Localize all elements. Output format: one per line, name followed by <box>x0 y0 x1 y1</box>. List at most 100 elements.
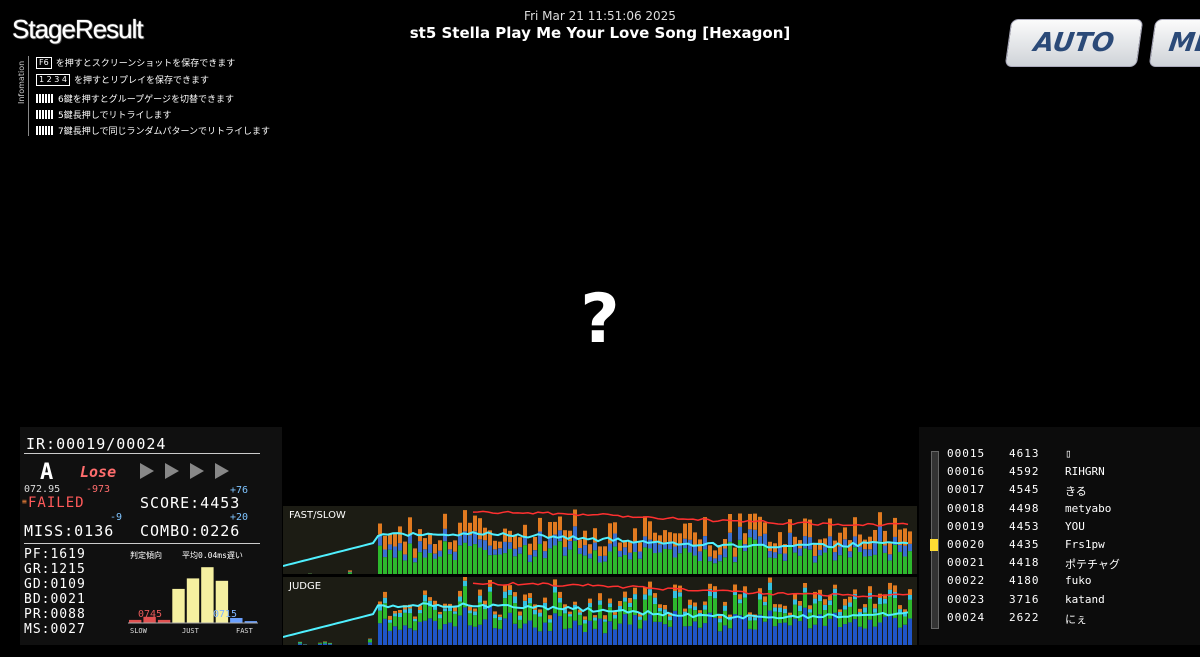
graph-bar <box>678 553 682 574</box>
graph-bar <box>418 621 422 645</box>
graph-bar <box>788 519 792 533</box>
ranking-row[interactable]: 00021 4418 ポテチャグ <box>947 556 1120 572</box>
graph-bar <box>903 616 907 625</box>
graph-bar <box>368 639 372 640</box>
graph-bar <box>643 594 647 600</box>
ranking-row[interactable]: 00024 2622 にぇ <box>947 611 1087 627</box>
graph-bar <box>488 555 492 574</box>
graph-bar <box>733 547 737 557</box>
graph-bar <box>833 552 837 561</box>
graph-bar <box>688 626 692 645</box>
graph-bar <box>463 542 467 574</box>
ranking-row[interactable]: 00019 4453 YOU <box>947 520 1085 533</box>
graph-bar <box>548 522 552 538</box>
graph-bar <box>573 601 577 605</box>
graph-bar <box>883 598 887 604</box>
fast-slow-graph-plot <box>283 509 912 574</box>
graph-bar <box>488 545 492 556</box>
graph-bar <box>643 516 647 537</box>
graph-bar <box>498 620 502 629</box>
graph-bar <box>873 626 877 645</box>
ranking-scroll-knob[interactable] <box>930 539 938 551</box>
ranking-row[interactable]: 00017 4545 きる <box>947 483 1087 499</box>
info-row-replay: 1 2 3 4 を押すとリプレイを保存できます <box>36 73 209 86</box>
graph-bar <box>448 549 452 555</box>
graph-bar <box>478 595 482 603</box>
graph-bar <box>773 552 777 559</box>
graph-bar <box>413 616 417 619</box>
graph-bar <box>548 615 552 620</box>
graph-bar <box>688 552 692 574</box>
graph-bar <box>753 620 757 630</box>
graph-bar <box>868 598 872 620</box>
graph-bar <box>618 556 622 574</box>
graph-bar <box>768 577 772 583</box>
graph-bar <box>733 556 737 563</box>
ir-ranking-panel[interactable]: 00015 4613 ▯ 00016 4592 RIHGRN 00017 4545 きる 0001… <box>919 427 1200 645</box>
ranking-row[interactable]: 00018 4498 metyabo <box>947 502 1111 515</box>
graph-bar <box>803 607 807 645</box>
graph-bar <box>368 639 372 643</box>
graph-bar <box>558 516 562 531</box>
graph-bar <box>658 544 662 553</box>
graph-bar <box>488 586 492 592</box>
graph-bar <box>593 542 597 551</box>
graph-bar <box>643 599 647 621</box>
graph-bar <box>448 542 452 550</box>
info-row-random-retry: 7鍵長押しで同じランダムパターンでリトライします <box>36 124 270 137</box>
graph-bar <box>888 543 892 555</box>
graph-bar <box>703 609 707 624</box>
ranking-score: 4435 <box>1009 538 1040 551</box>
ranking-row[interactable]: 00020 4435 Frs1pw <box>947 538 1105 551</box>
graph-bar <box>558 616 562 645</box>
graph-bar <box>748 529 752 538</box>
ranking-row[interactable]: 00022 4180 fuko <box>947 574 1092 587</box>
ranking-score: 4545 <box>1009 483 1040 497</box>
graph-bar <box>828 518 832 537</box>
graph-bar <box>848 596 852 603</box>
graph-bar <box>403 612 407 626</box>
ranking-row[interactable]: 00015 4613 ▯ <box>947 447 1072 460</box>
graph-bar <box>613 614 617 619</box>
graph-bar <box>523 600 527 607</box>
ranking-pos: 00016 <box>947 465 986 479</box>
graph-bar <box>653 621 657 645</box>
graph-bar <box>473 515 477 532</box>
graph-bar <box>648 521 652 540</box>
graph-bar <box>753 629 757 645</box>
info-row-retry: 5鍵長押しでリトライします <box>36 108 171 121</box>
graph-bar <box>798 601 802 606</box>
graph-bar <box>583 616 587 620</box>
graph-bar <box>593 628 597 645</box>
graph-bar <box>593 620 597 629</box>
graph-bar <box>538 631 542 645</box>
lose-badge: Lose <box>80 463 117 481</box>
graph-bar <box>843 598 847 606</box>
auto-button[interactable]: AUTO <box>1004 19 1144 67</box>
graph-bar <box>658 622 662 645</box>
graph-bar <box>823 610 827 626</box>
graph-bar <box>878 512 882 527</box>
graph-bar <box>628 607 632 625</box>
ranking-row[interactable]: 00016 4592 RIHGRN <box>947 465 1105 478</box>
graph-bar <box>873 603 877 609</box>
graph-bar <box>598 556 602 563</box>
ranking-row[interactable]: 00023 3716 katand <box>947 593 1105 606</box>
ranking-score: 3716 <box>1009 592 1040 606</box>
menu-button[interactable]: ME <box>1148 19 1200 67</box>
graph-bar <box>853 547 857 574</box>
graph-bar <box>523 606 527 624</box>
graph-bar <box>498 548 502 555</box>
graph-bar <box>743 533 747 545</box>
graph-bar <box>633 587 637 595</box>
graph-bar <box>908 531 912 544</box>
graph-bar <box>318 643 322 645</box>
graph-bar <box>733 562 737 574</box>
graph-bar <box>863 556 867 574</box>
graph-bar <box>753 529 757 540</box>
graph-bar <box>413 562 417 574</box>
graph-bar <box>433 609 437 621</box>
graph-bar <box>418 552 422 574</box>
graph-bar <box>553 521 557 535</box>
graph-bar <box>448 611 452 623</box>
